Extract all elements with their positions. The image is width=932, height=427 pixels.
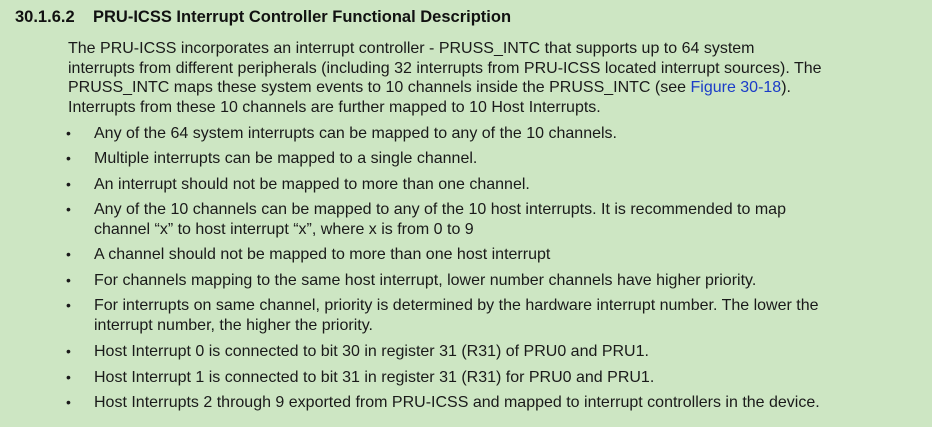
- figure-link[interactable]: Figure 30-18: [690, 79, 781, 96]
- list-item-text: A channel should not be mapped to more t…: [94, 245, 550, 265]
- intro-line: Interrupts from these 10 channels are fu…: [68, 98, 601, 116]
- list-item-text: Host Interrupt 0 is connected to bit 30 …: [94, 342, 649, 362]
- list-item-line: Any of the 64 system interrupts can be m…: [94, 125, 617, 142]
- list-item-text: An interrupt should not be mapped to mor…: [94, 175, 530, 195]
- list-item-line: For channels mapping to the same host in…: [94, 272, 757, 289]
- section-title: PRU-ICSS Interrupt Controller Functional…: [93, 8, 512, 26]
- bullet-icon: •: [66, 394, 71, 410]
- list-item-text: Host Interrupt 1 is connected to bit 31 …: [94, 368, 654, 388]
- list-item-line: Host Interrupts 2 through 9 exported fro…: [94, 394, 820, 411]
- list-item-line: For interrupts on same channel, priority…: [94, 297, 819, 314]
- intro-line: The PRU-ICSS incorporates an interrupt c…: [68, 40, 755, 57]
- list-item-line: A channel should not be mapped to more t…: [94, 246, 551, 263]
- document-page: 30.1.6.2 PRU-ICSS Interrupt Controller Fu…: [0, 0, 932, 427]
- list-item-line: Multiple interrupts can be mapped to a s…: [94, 150, 478, 167]
- bullet-icon: •: [66, 272, 71, 288]
- bullet-icon: •: [66, 246, 71, 262]
- list-item-line: An interrupt should not be mapped to mor…: [94, 176, 530, 193]
- bullet-icon: •: [66, 297, 71, 313]
- list-item-line: channel “x” to host interrupt “x”, where…: [94, 220, 474, 238]
- intro-text: PRUSS_INTC maps these system events to 1…: [68, 79, 691, 96]
- intro-line: interrupts from different peripherals (i…: [68, 59, 822, 77]
- bullet-icon: •: [66, 369, 71, 385]
- list-item-text: For channels mapping to the same host in…: [94, 271, 756, 291]
- list-item-text: Any of the 10 channels can be mapped to …: [94, 200, 786, 239]
- list-item-line: Host Interrupt 0 is connected to bit 30 …: [94, 343, 649, 360]
- intro-line: PRUSS_INTC maps these system events to 1…: [68, 78, 918, 98]
- list-item-text: Host Interrupts 2 through 9 exported fro…: [94, 393, 820, 413]
- bullet-icon: •: [66, 125, 71, 141]
- intro-paragraph: The PRU-ICSS incorporates an interrupt c…: [68, 39, 918, 117]
- list-item-line: Any of the 10 channels can be mapped to …: [94, 201, 786, 218]
- section-heading: 30.1.6.2 PRU-ICSS Interrupt Controller Fu…: [15, 8, 511, 27]
- bullet-icon: •: [66, 150, 71, 166]
- bullet-icon: •: [66, 201, 71, 217]
- list-item-text: Multiple interrupts can be mapped to a s…: [94, 149, 477, 169]
- bullet-icon: •: [66, 343, 71, 359]
- list-item-line: interrupt number, the higher the priorit…: [94, 316, 373, 334]
- section-number: 30.1.6.2: [15, 8, 75, 26]
- bullet-icon: •: [66, 176, 71, 192]
- list-item-text: For interrupts on same channel, priority…: [94, 296, 819, 335]
- list-item-text: Any of the 64 system interrupts can be m…: [94, 124, 617, 144]
- intro-text: ).: [781, 79, 791, 96]
- list-item-line: Host Interrupt 1 is connected to bit 31 …: [94, 369, 655, 386]
